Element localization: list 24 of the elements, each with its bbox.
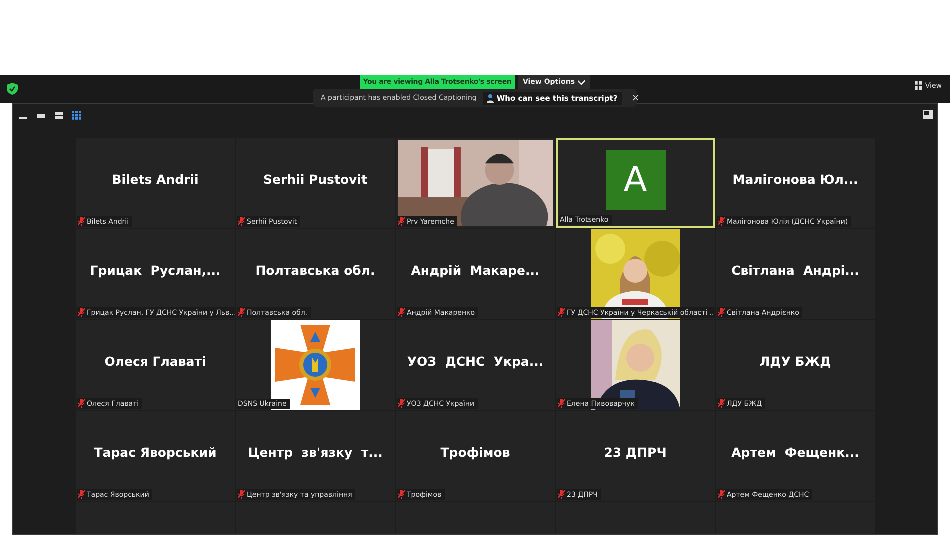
- participant-name: Трофімов: [440, 444, 510, 460]
- participant-name: Грицак Руслан,...: [90, 262, 221, 278]
- close-button[interactable]: ×: [628, 92, 644, 104]
- participant-name: Тарас Яворський: [94, 444, 217, 460]
- person-icon: [486, 94, 494, 102]
- participant-name: Малігонова Юл...: [732, 172, 858, 186]
- participant-name: Полтавська обл.: [256, 262, 376, 278]
- participant-name: 23 ДПРЧ: [604, 444, 667, 460]
- caret-icon: [578, 78, 585, 86]
- strip-icon[interactable]: [54, 110, 64, 120]
- participant-name: Світлана Андрі...: [732, 262, 860, 278]
- participant-name: ЛДУ БЖД: [760, 354, 832, 368]
- grid-icon: [915, 81, 922, 90]
- participant-name: Bilets Andrii: [112, 172, 199, 186]
- participant-name: УОЗ ДСНС Укра...: [407, 354, 544, 368]
- grid-icon[interactable]: [72, 110, 82, 120]
- shield-icon[interactable]: [7, 83, 18, 95]
- participant-name: Артем Фещенк...: [732, 444, 860, 460]
- participant-name: Serhii Pustovit: [264, 172, 368, 186]
- participant-name: Центр зв'язку т...: [248, 444, 383, 460]
- avatar: A: [606, 150, 666, 210]
- participant-name: Андрій Макаре...: [411, 262, 540, 278]
- participant-name: Олеся Главаті: [104, 354, 206, 368]
- pop-out-icon[interactable]: [923, 110, 933, 119]
